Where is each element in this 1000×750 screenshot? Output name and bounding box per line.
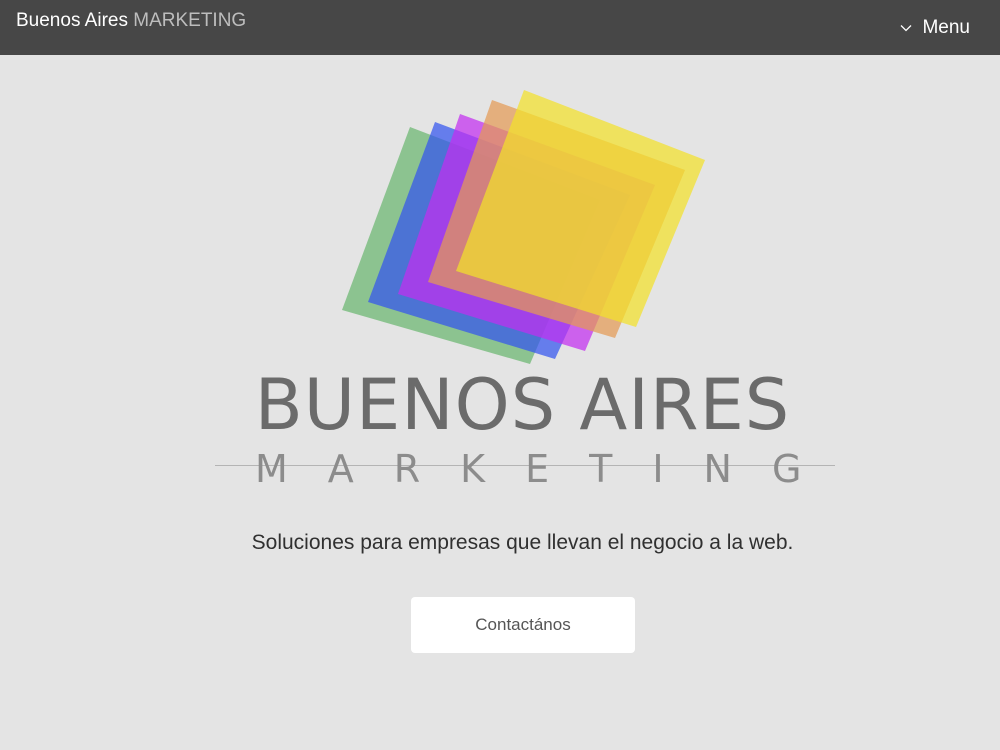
hero-tagline: Soluciones para empresas que llevan el n… [251, 531, 794, 554]
brand-light: MARKETING [133, 10, 247, 31]
top-navbar: Buenos Aires MARKETING Menu [0, 0, 1000, 55]
logo-wordmark: BUENOS AIRES [254, 364, 791, 446]
chevron-down-icon [901, 25, 912, 32]
contact-button[interactable]: Contactános [411, 597, 635, 653]
brand-link[interactable]: Buenos Aires MARKETING [16, 9, 246, 33]
menu-label: Menu [922, 17, 970, 38]
menu-button[interactable]: Menu [899, 16, 970, 40]
logo-squares-icon [342, 90, 705, 364]
brand-main: Buenos Aires [16, 10, 128, 31]
hero-section: BUENOS AIRES MARKETING Soluciones para e… [0, 55, 1000, 750]
logo-subtitle: MARKETING [255, 447, 842, 491]
